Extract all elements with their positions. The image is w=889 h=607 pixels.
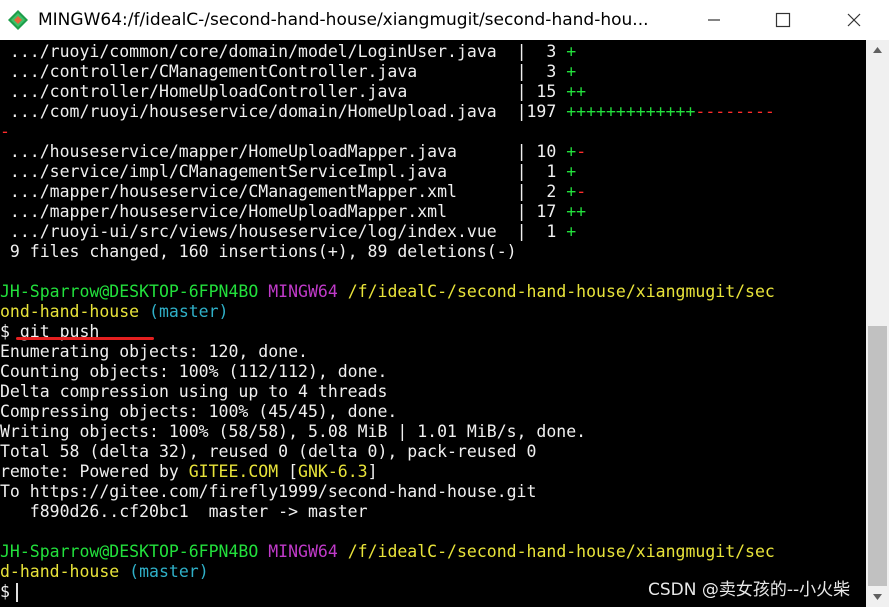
output-line: Delta compression using up to 4 threads bbox=[0, 382, 388, 401]
stat-line: .../com/ruoyi/houseservice/domain/HomeUp… bbox=[0, 102, 775, 121]
close-icon bbox=[847, 13, 861, 27]
maximize-icon bbox=[775, 12, 791, 28]
stat-line: .../ruoyi/common/core/domain/model/Login… bbox=[0, 42, 577, 61]
vertical-scrollbar[interactable] bbox=[866, 40, 889, 607]
input-prompt[interactable]: $ bbox=[0, 582, 10, 602]
minimize-button[interactable] bbox=[691, 0, 737, 40]
output-line: Counting objects: 100% (112/112), done. bbox=[0, 362, 388, 381]
remote-line: remote: Powered by GITEE.COM [GNK-6.3] bbox=[0, 462, 378, 481]
annotation-underline bbox=[16, 337, 154, 340]
stat-line: .../ruoyi-ui/src/views/houseservice/log/… bbox=[0, 222, 577, 241]
output-line: Total 58 (delta 32), reused 0 (delta 0),… bbox=[0, 442, 537, 461]
text-cursor bbox=[16, 583, 18, 602]
output-line: f890d26..cf20bc1 master -> master bbox=[0, 502, 368, 521]
watermark: CSDN @卖女孩的--小火柴 bbox=[648, 580, 851, 600]
scroll-up-button[interactable] bbox=[866, 40, 889, 60]
output-line: Writing objects: 100% (58/58), 5.08 MiB … bbox=[0, 422, 587, 441]
diffstat-summary: 9 files changed, 160 insertions(+), 89 d… bbox=[0, 242, 517, 261]
stat-line: .../houseservice/mapper/HomeUploadMapper… bbox=[0, 142, 587, 161]
arrow-up-icon bbox=[873, 47, 882, 53]
output-line: To https://gitee.com/firefly1999/second-… bbox=[0, 482, 537, 501]
output-line: Compressing objects: 100% (45/45), done. bbox=[0, 402, 398, 421]
terminal-output[interactable]: .../ruoyi/common/core/domain/model/Login… bbox=[0, 40, 866, 607]
scroll-down-button[interactable] bbox=[866, 587, 889, 607]
prompt-path: /f/idealC-/second-hand-house/xiangmugit/… bbox=[347, 282, 775, 301]
stat-line: .../mapper/houseservice/HomeUploadMapper… bbox=[0, 202, 587, 221]
output-line: Enumerating objects: 120, done. bbox=[0, 342, 308, 361]
prompt-user: JH-Sparrow@DESKTOP-6FPN4BO bbox=[0, 282, 259, 301]
title-bar: MINGW64:/f/idealC-/second-hand-house/xia… bbox=[0, 0, 889, 40]
stat-line: .../mapper/houseservice/CManagementMappe… bbox=[0, 182, 587, 201]
window-title: MINGW64:/f/idealC-/second-hand-house/xia… bbox=[38, 10, 649, 30]
close-button[interactable] bbox=[831, 0, 877, 40]
stat-line: .../controller/HomeUploadController.java… bbox=[0, 82, 587, 101]
maximize-button[interactable] bbox=[760, 0, 806, 40]
prompt-line: JH-Sparrow@DESKTOP-6FPN4BO MINGW64 /f/id… bbox=[0, 282, 775, 302]
arrow-down-icon bbox=[873, 594, 882, 600]
stat-line: .../service/impl/CManagementServiceImpl.… bbox=[0, 162, 577, 181]
prompt-line-wrap: ond-hand-house (master) bbox=[0, 302, 229, 321]
prompt-line: JH-Sparrow@DESKTOP-6FPN4BO MINGW64 /f/id… bbox=[0, 542, 775, 561]
prompt-branch: (master) bbox=[149, 302, 229, 321]
stat-line: .../controller/CManagementController.jav… bbox=[0, 62, 577, 81]
prompt-line-wrap: d-hand-house (master) bbox=[0, 562, 209, 581]
minimize-icon bbox=[708, 19, 720, 21]
prompt-shell: MINGW64 bbox=[268, 282, 338, 301]
stat-line-wrap: - bbox=[0, 122, 10, 141]
scroll-thumb[interactable] bbox=[868, 326, 887, 586]
git-bash-icon bbox=[8, 10, 28, 30]
